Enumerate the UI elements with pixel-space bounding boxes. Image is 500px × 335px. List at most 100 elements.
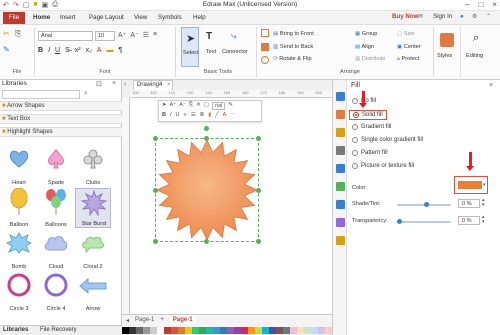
- palette-swatch[interactable]: [269, 327, 276, 334]
- radio-pattern-fill[interactable]: [352, 150, 358, 156]
- format-painter-icon[interactable]: ✎: [3, 45, 11, 54]
- mini-brush-icon[interactable]: ✎: [228, 102, 233, 110]
- rotate-flip-button[interactable]: ⟳ Rotate & Flip: [273, 56, 312, 62]
- fill-tool-icon[interactable]: [261, 43, 269, 51]
- shape-tool-icon[interactable]: [261, 56, 269, 64]
- layers-icon[interactable]: [336, 200, 345, 209]
- palette-swatch[interactable]: [136, 327, 143, 334]
- doc-nav-icon[interactable]: ‹: [124, 81, 126, 88]
- transparency-spinner-icon[interactable]: ▴ ▾: [482, 215, 485, 225]
- shape-clubs[interactable]: Clubs: [75, 146, 111, 186]
- palette-swatch[interactable]: [129, 327, 136, 334]
- fill-icon[interactable]: [336, 92, 345, 101]
- palette-swatch[interactable]: [150, 327, 157, 334]
- star-burst-shape[interactable]: [155, 138, 259, 242]
- send-to-back-button[interactable]: ▥ Send to Back: [273, 44, 313, 50]
- palette-swatch[interactable]: [206, 327, 213, 334]
- radio-no-fill[interactable]: [352, 98, 358, 104]
- library-search-input[interactable]: [2, 90, 80, 99]
- fill-panel-close-icon[interactable]: ×: [489, 82, 493, 89]
- shape-arrow[interactable]: Arrow: [75, 272, 111, 312]
- mini-more-icon[interactable]: ⋯: [230, 112, 236, 118]
- font-color-icon[interactable]: A: [97, 47, 102, 54]
- mini-font-combo[interactable]: rial: [211, 102, 226, 110]
- settings-icon[interactable]: ⚙: [472, 13, 478, 20]
- palette-swatch[interactable]: [248, 327, 255, 334]
- copy-icon[interactable]: ⎘: [15, 29, 23, 38]
- shape-cloud-2[interactable]: Cloud 2: [75, 230, 111, 270]
- paragraph-icon[interactable]: ¶: [118, 47, 122, 54]
- shade-tint-knob[interactable]: [424, 202, 429, 207]
- tab-view[interactable]: View: [134, 14, 147, 21]
- shape-balloons[interactable]: Balloons: [38, 188, 74, 228]
- palette-swatch[interactable]: [262, 327, 269, 334]
- shape-heart[interactable]: Heart: [1, 146, 37, 186]
- text-tool[interactable]: T Text: [203, 27, 221, 67]
- palette-swatch[interactable]: [164, 327, 171, 334]
- palette-swatch[interactable]: [185, 327, 192, 334]
- palette-swatch[interactable]: [255, 327, 262, 334]
- shape-cloud[interactable]: Cloud: [38, 230, 74, 270]
- palette-swatch[interactable]: [213, 327, 220, 334]
- palette-swatch[interactable]: [283, 327, 290, 334]
- palette-swatch[interactable]: [199, 327, 206, 334]
- library-section-arrow-shapes[interactable]: ■ Arrow Shapes: [0, 101, 122, 111]
- panel-pin-icon[interactable]: ⊡: [96, 80, 102, 88]
- sign-in-link[interactable]: Sign In: [433, 13, 452, 20]
- ribbon-collapse-icon[interactable]: ⌃: [486, 13, 491, 20]
- maximize-icon[interactable]: □: [478, 0, 483, 9]
- strikethrough-icon[interactable]: S̶: [65, 47, 70, 54]
- drawing-page[interactable]: ➤ A⁺ A⁻ ⎘ ✕ ▢ rial ✎ B I U ≡ ☰ ≣ ▮ ╱ A ⋯: [130, 98, 332, 314]
- shape-bomb[interactable]: Bomb: [1, 230, 37, 270]
- hyperlink-icon[interactable]: [336, 182, 345, 191]
- tab-symbols[interactable]: Symbols: [158, 14, 182, 21]
- select-tool[interactable]: ➤ Select: [181, 27, 199, 67]
- option-picture-fill[interactable]: Picture or texture fill: [352, 163, 414, 169]
- color-dropdown-icon[interactable]: ▾: [483, 182, 486, 188]
- transparency-value[interactable]: 0 %: [458, 216, 480, 225]
- palette-swatch[interactable]: [157, 327, 164, 334]
- connector-tool[interactable]: ⤷ Connector: [222, 27, 254, 67]
- tab-home[interactable]: Home: [33, 14, 50, 21]
- mini-line-icon[interactable]: ╱: [215, 112, 218, 118]
- palette-swatch[interactable]: [220, 327, 227, 334]
- tab-libraries[interactable]: Libraries: [3, 327, 28, 333]
- account-icon[interactable]: ●: [460, 13, 464, 20]
- shape-star-burst[interactable]: Star Burst: [75, 188, 111, 228]
- font-shrink-icon[interactable]: A⁻: [130, 31, 138, 39]
- mini-select-icon[interactable]: ➤: [162, 102, 167, 110]
- styles-button[interactable]: Styles: [437, 29, 457, 69]
- shadow-icon[interactable]: [336, 128, 345, 137]
- shape-spade[interactable]: Spade: [38, 146, 74, 186]
- palette-swatch[interactable]: [143, 327, 150, 334]
- page-icon[interactable]: [336, 164, 345, 173]
- font-size-select[interactable]: 10: [95, 31, 115, 41]
- mini-align-right-icon[interactable]: ≣: [200, 112, 205, 118]
- tab-page-layout[interactable]: Page Layout: [89, 14, 124, 21]
- comment-icon[interactable]: [336, 236, 345, 245]
- distribute-button[interactable]: ▥ Distribute: [355, 56, 386, 62]
- palette-swatch[interactable]: [325, 327, 332, 334]
- shape-balloon[interactable]: Balloon: [1, 188, 37, 228]
- mini-font-color-icon[interactable]: A: [223, 112, 227, 118]
- close-tab-icon[interactable]: ×: [167, 82, 171, 88]
- mail-icon[interactable]: ✉: [418, 13, 423, 20]
- color-swatch[interactable]: [458, 181, 482, 189]
- panel-close-icon[interactable]: ×: [112, 80, 116, 87]
- editing-button[interactable]: ⌕ Editing: [463, 29, 497, 69]
- color-palette[interactable]: [122, 327, 332, 334]
- document-tab[interactable]: Drawing4 ×: [133, 80, 173, 90]
- size-button[interactable]: ▢ Size: [397, 31, 415, 37]
- rotate-handle[interactable]: [204, 126, 209, 131]
- palette-swatch[interactable]: [276, 327, 283, 334]
- mini-copy-icon[interactable]: ⎘: [189, 102, 193, 110]
- line-icon[interactable]: [336, 110, 345, 119]
- superscript-icon[interactable]: x²: [75, 47, 81, 54]
- palette-swatch[interactable]: [290, 327, 297, 334]
- search-icon[interactable]: ⌕: [84, 90, 88, 98]
- shade-tint-value[interactable]: 0 %: [458, 199, 480, 208]
- shade-tint-spinner-icon[interactable]: ▴ ▾: [482, 198, 485, 208]
- radio-picture-fill[interactable]: [352, 163, 358, 169]
- group-button[interactable]: ▦ Group: [355, 31, 377, 37]
- mini-bold-icon[interactable]: B: [162, 112, 166, 118]
